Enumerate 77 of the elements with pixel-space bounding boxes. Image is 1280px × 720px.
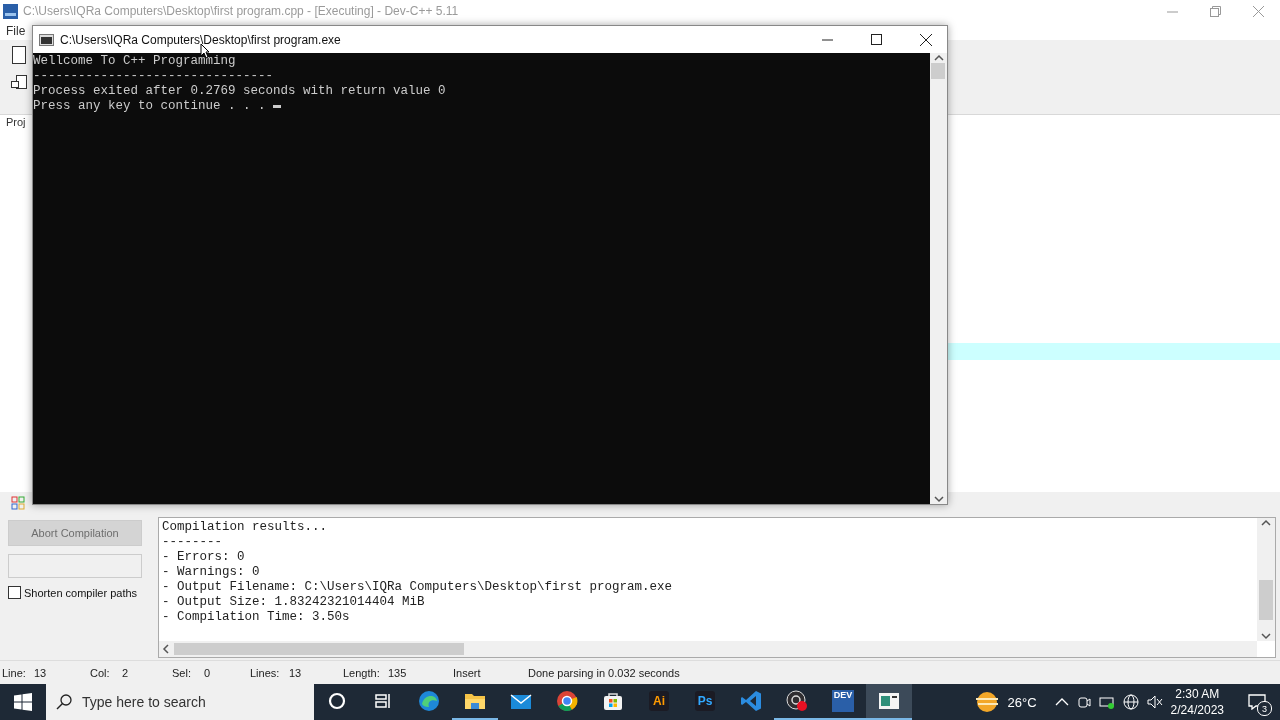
status-message: Done parsing in 0.032 seconds <box>528 666 680 679</box>
chrome-icon[interactable] <box>556 690 578 712</box>
taskbar-button[interactable] <box>866 684 912 720</box>
console-icon <box>39 33 54 46</box>
scroll-up-icon[interactable] <box>933 53 944 63</box>
window-icon[interactable] <box>878 692 900 710</box>
status-value: 135 <box>388 666 407 679</box>
clock-date: 2/24/2023 <box>1170 702 1224 718</box>
search-placeholder: Type here to search <box>82 694 206 710</box>
scroll-down-icon[interactable] <box>933 494 944 504</box>
scroll-down-icon[interactable] <box>1261 631 1271 642</box>
close-icon <box>919 33 932 46</box>
scrollbar-thumb[interactable] <box>1259 579 1273 620</box>
console-line: -------------------------------- <box>33 69 274 84</box>
console-line: Wellcome To C++ Programming <box>33 54 236 69</box>
scrollbar-thumb[interactable] <box>931 63 945 79</box>
clock[interactable]: 2:30 AM 2/24/2023 <box>1170 686 1224 718</box>
panel-tab[interactable]: Proj <box>6 115 26 128</box>
log-line: - Output Filename: C:\Users\IQRa Computers\Desktop\first program.exe <box>162 580 674 596</box>
log-line: -------- <box>162 535 223 551</box>
scroll-left-icon[interactable] <box>162 644 170 655</box>
window-title: C:\Users\IQRa Computers\Desktop\first program.exe <box>60 32 342 47</box>
task-view-icon[interactable] <box>374 692 392 710</box>
checkbox-label: Shorten compiler paths <box>24 586 138 599</box>
muted-speaker-icon[interactable] <box>1146 695 1163 709</box>
globe-icon[interactable] <box>1122 694 1139 710</box>
restore-icon <box>1210 5 1221 17</box>
folder-icon[interactable] <box>464 691 486 711</box>
chevron-up-icon[interactable] <box>1054 697 1069 707</box>
vertical-scrollbar[interactable] <box>1257 518 1275 642</box>
app-icon[interactable]: DEV <box>832 690 854 712</box>
notification-count: 3 <box>1257 701 1272 716</box>
bag-icon[interactable] <box>603 691 623 711</box>
code-editor-icon[interactable] <box>740 690 762 712</box>
envelope-icon[interactable] <box>510 692 532 710</box>
log-line: Compilation results... <box>162 520 329 536</box>
log-line: - Warnings: 0 <box>162 565 261 581</box>
status-label: Col: <box>89 666 111 679</box>
meet-icon[interactable] <box>1076 695 1091 709</box>
windows-logo-icon <box>14 693 32 711</box>
status-value: 13 <box>289 666 302 679</box>
vertical-scrollbar[interactable] <box>930 53 947 504</box>
console-line: Press any key to continue . . . <box>33 99 267 114</box>
horizontal-scrollbar[interactable] <box>159 641 1257 658</box>
checkbox[interactable] <box>8 586 21 600</box>
search-icon <box>56 694 72 710</box>
log-line: - Errors: 0 <box>162 550 246 566</box>
swirl-icon[interactable] <box>418 690 440 712</box>
clock-time: 2:30 AM <box>1175 686 1220 702</box>
maximize-icon <box>871 34 882 45</box>
close-icon <box>1253 5 1264 17</box>
status-mode: Insert <box>452 666 482 679</box>
window-title: C:\Users\IQRa Computers\Desktop\first program.cpp - [Executing] - Dev-C++ 5.11 <box>23 4 460 18</box>
grid-icon <box>11 496 25 511</box>
app-logo-icon <box>3 3 18 19</box>
message-icon <box>1248 694 1266 710</box>
status-label: Lines: <box>249 666 281 679</box>
status-value: 0 <box>204 666 211 679</box>
console-line: Process exited after 0.2769 seconds with return value 0 <box>33 84 446 99</box>
circle-icon[interactable] <box>328 692 346 710</box>
menu-item[interactable]: File <box>6 24 26 38</box>
status-label: Line: <box>1 666 27 679</box>
status-label: Sel: <box>171 666 192 679</box>
scrollbar-thumb[interactable] <box>174 643 464 656</box>
notifications-button[interactable]: 3 <box>1242 687 1272 717</box>
battery-icon[interactable] <box>1098 695 1115 709</box>
app-icon[interactable]: Ai <box>649 691 669 711</box>
search-field[interactable]: Type here to search <box>46 684 314 720</box>
temperature: 26°C <box>1007 694 1037 710</box>
status-value: 2 <box>122 666 129 679</box>
log-line: - Compilation Time: 3.50s <box>162 610 351 626</box>
app-icon[interactable]: Ps <box>695 691 715 711</box>
record-icon[interactable] <box>786 690 808 712</box>
sun-icon <box>973 691 1000 713</box>
status-label: Length: <box>342 666 381 679</box>
status-value: 13 <box>34 666 47 679</box>
log-line: - Output Size: 1.83242321014404 MiB <box>162 595 426 611</box>
